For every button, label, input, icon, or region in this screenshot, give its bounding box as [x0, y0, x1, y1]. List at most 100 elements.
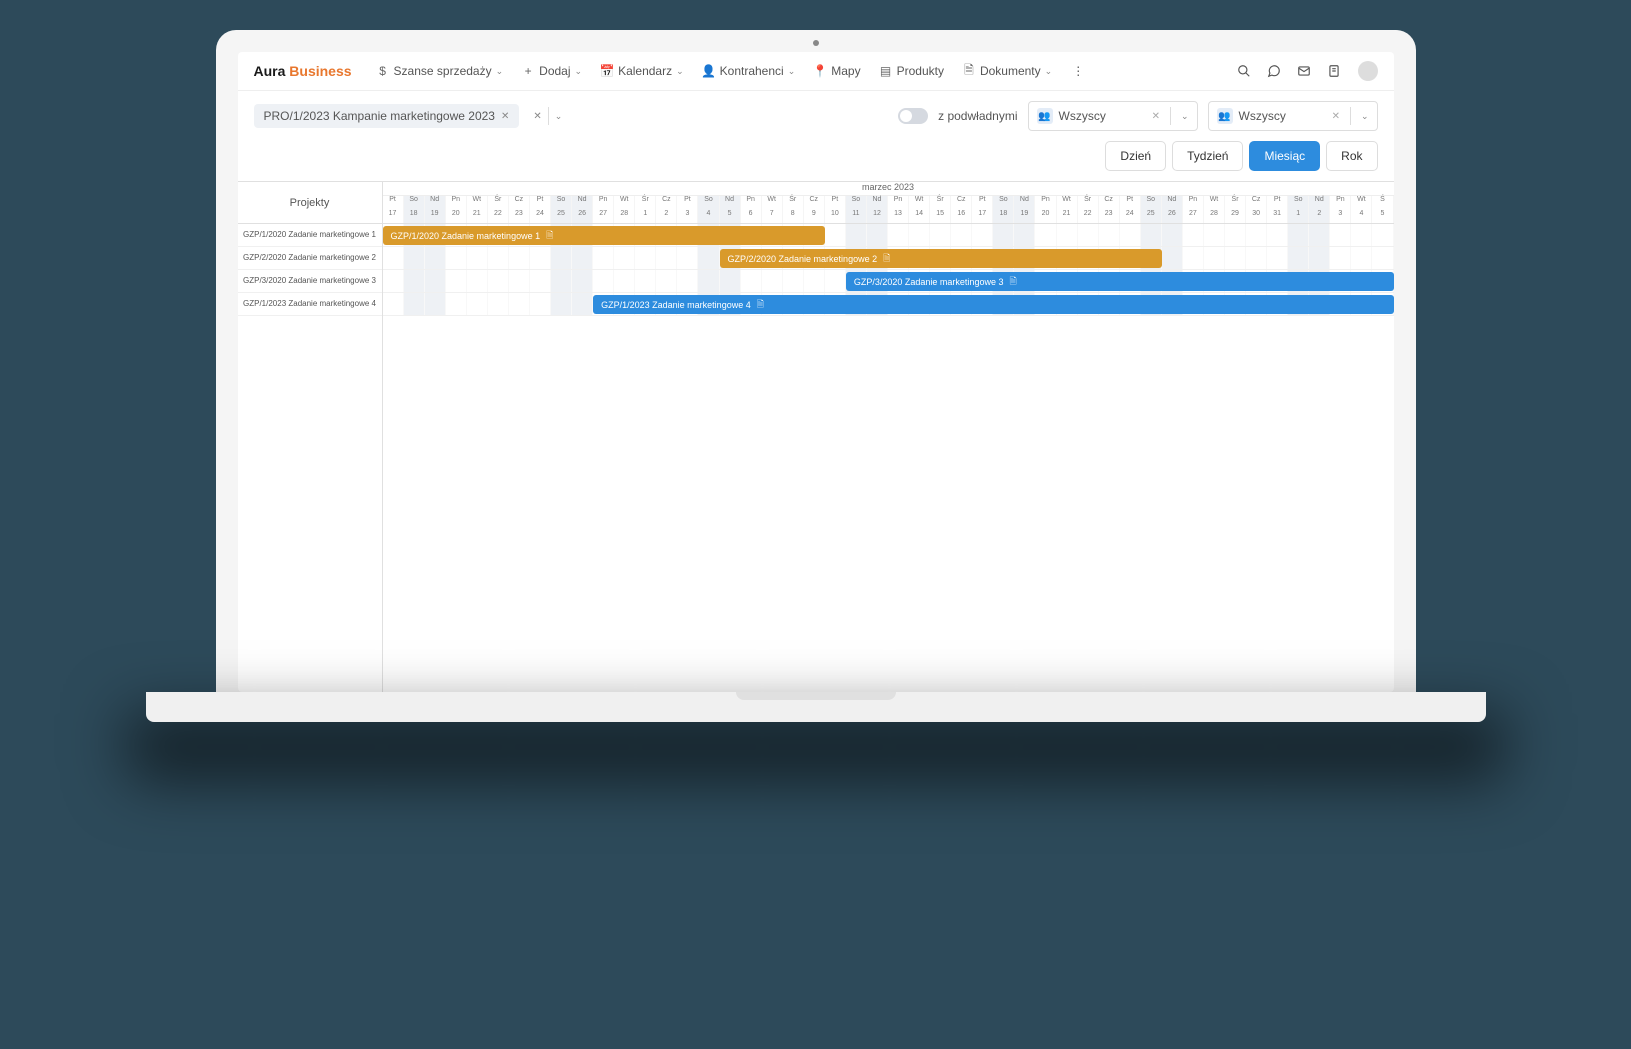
day-name-cell: Pt: [530, 196, 551, 210]
grid-cell: [488, 293, 509, 315]
grid-cell: [1330, 224, 1351, 246]
nav-label: Kontrahenci: [720, 64, 784, 78]
chip-remove-icon[interactable]: ✕: [501, 111, 509, 122]
day-num-cell: 3: [677, 210, 698, 223]
day-name-cell: Cz: [1246, 196, 1267, 210]
nav-kontrahenci[interactable]: 👤Kontrahenci⌄: [694, 60, 804, 82]
nav-icon: +: [521, 64, 535, 78]
user-avatar[interactable]: [1358, 61, 1378, 81]
project-row[interactable]: GZP/2/2020 Zadanie marketingowe 2: [238, 247, 382, 270]
grid-cell: [509, 247, 530, 269]
day-num-cell: 11: [846, 210, 867, 223]
month-label: marzec 2023: [383, 182, 1394, 196]
bar-label: GZP/1/2023 Zadanie marketingowe 4: [601, 300, 751, 310]
day-name-cell: Pn: [741, 196, 762, 210]
view-switcher: Dzień Tydzień Miesiąc Rok: [1089, 141, 1393, 181]
day-num-cell: 25: [1141, 210, 1162, 223]
day-num-cell: 24: [530, 210, 551, 223]
clear-select-icon[interactable]: ✕: [1152, 111, 1160, 122]
chevron-down-icon: ⌄: [1045, 66, 1053, 77]
subordinates-toggle[interactable]: [898, 108, 928, 124]
grid-cell: [1288, 247, 1309, 269]
nav-mapy[interactable]: 📍Mapy: [805, 60, 868, 82]
day-num-cell: 14: [909, 210, 930, 223]
nav-icon: ▤: [879, 64, 893, 78]
chevron-down-icon: ⌄: [496, 66, 504, 77]
day-num-cell: 22: [488, 210, 509, 223]
nav-icon: 🗎: [962, 64, 976, 78]
day-name-cell: Nd: [1014, 196, 1035, 210]
user-select-1[interactable]: 👥 Wszyscy ✕ ⌄: [1028, 101, 1198, 131]
grid-cell: [509, 270, 530, 292]
grid-cell: [530, 247, 551, 269]
grid-cell: [1267, 247, 1288, 269]
day-num-cell: 5: [720, 210, 741, 223]
nav-label: Produkty: [897, 64, 944, 78]
document-icon: 🗎: [883, 251, 890, 267]
grid-cell: [762, 270, 783, 292]
grid-cell: [804, 270, 825, 292]
view-day-button[interactable]: Dzień: [1105, 141, 1166, 171]
more-menu-icon[interactable]: ⋮: [1069, 62, 1087, 80]
bar-label: GZP/3/2020 Zadanie marketingowe 3: [854, 277, 1004, 287]
day-num-cell: 28: [1204, 210, 1225, 223]
gantt-bar[interactable]: GZP/1/2020 Zadanie marketingowe 1🗎: [383, 226, 825, 245]
nav-dokumenty[interactable]: 🗎Dokumenty⌄: [954, 60, 1060, 82]
clear-select-icon[interactable]: ✕: [1332, 111, 1340, 122]
day-num-cell: 2: [656, 210, 677, 223]
view-week-button[interactable]: Tydzień: [1172, 141, 1243, 171]
grid-cell: [1288, 224, 1309, 246]
grid-cell: [1372, 247, 1393, 269]
grid-cell: [593, 270, 614, 292]
gantt-timeline[interactable]: marzec 2023 PtSoNdPnWtŚrCzPtSoNdPnWtŚrCz…: [383, 182, 1394, 692]
grid-cell: [1057, 224, 1078, 246]
grid-cell: [1225, 224, 1246, 246]
select-value: Wszyscy: [1239, 109, 1286, 123]
clipboard-icon[interactable]: [1325, 62, 1343, 80]
day-num-cell: 10: [825, 210, 846, 223]
day-name-cell: So: [1141, 196, 1162, 210]
chat-icon[interactable]: [1265, 62, 1283, 80]
project-row[interactable]: GZP/1/2023 Zadanie marketingowe 4: [238, 293, 382, 316]
view-month-button[interactable]: Miesiąc: [1249, 141, 1320, 171]
chevron-down-icon: ⌄: [676, 66, 684, 77]
grid-cell: [1035, 224, 1056, 246]
nav-dodaj[interactable]: +Dodaj⌄: [513, 60, 590, 82]
chevron-down-icon: ⌄: [1361, 111, 1369, 122]
nav-szanse-sprzedaży[interactable]: $Szanse sprzedaży⌄: [368, 60, 512, 82]
grid-cell: [677, 247, 698, 269]
grid-cell: [1120, 224, 1141, 246]
day-name-cell: Nd: [572, 196, 593, 210]
grid-cell: [572, 270, 593, 292]
gantt-bar[interactable]: GZP/3/2020 Zadanie marketingowe 3🗎: [846, 272, 1394, 291]
grid-cell: [614, 270, 635, 292]
gantt-chart: Projekty GZP/1/2020 Zadanie marketingowe…: [238, 181, 1394, 692]
project-row[interactable]: GZP/3/2020 Zadanie marketingowe 3: [238, 270, 382, 293]
day-name-cell: So: [404, 196, 425, 210]
day-num-cell: 30: [1246, 210, 1267, 223]
view-year-button[interactable]: Rok: [1326, 141, 1377, 171]
day-num-cell: 12: [867, 210, 888, 223]
search-icon[interactable]: [1235, 62, 1253, 80]
day-name-cell: Nd: [720, 196, 741, 210]
project-filter-chip[interactable]: PRO/1/2023 Kampanie marketingowe 2023 ✕: [254, 104, 520, 128]
chip-label: PRO/1/2023 Kampanie marketingowe 2023: [264, 109, 495, 123]
laptop-camera: [813, 40, 819, 46]
clear-filter-icon[interactable]: ✕: [533, 111, 541, 122]
grid-cell: [1141, 224, 1162, 246]
grid-cell: [825, 270, 846, 292]
nav-kalendarz[interactable]: 📅Kalendarz⌄: [592, 60, 692, 82]
logo-part1: Aura: [254, 63, 286, 79]
grid-cell: [972, 224, 993, 246]
gantt-bar[interactable]: GZP/1/2023 Zadanie marketingowe 4🗎: [593, 295, 1393, 314]
day-name-cell: Śr: [1078, 196, 1099, 210]
filter-dropdown-icon[interactable]: ⌄: [555, 111, 563, 122]
nav-produkty[interactable]: ▤ Produkty: [871, 60, 952, 82]
project-row[interactable]: GZP/1/2020 Zadanie marketingowe 1: [238, 224, 382, 247]
nav-icon: $: [376, 64, 390, 78]
bar-label: GZP/2/2020 Zadanie marketingowe 2: [728, 254, 878, 264]
user-select-2[interactable]: 👥 Wszyscy ✕ ⌄: [1208, 101, 1378, 131]
grid-cell: [656, 247, 677, 269]
gantt-bar[interactable]: GZP/2/2020 Zadanie marketingowe 2 🗎: [720, 249, 1162, 268]
mail-icon[interactable]: [1295, 62, 1313, 80]
